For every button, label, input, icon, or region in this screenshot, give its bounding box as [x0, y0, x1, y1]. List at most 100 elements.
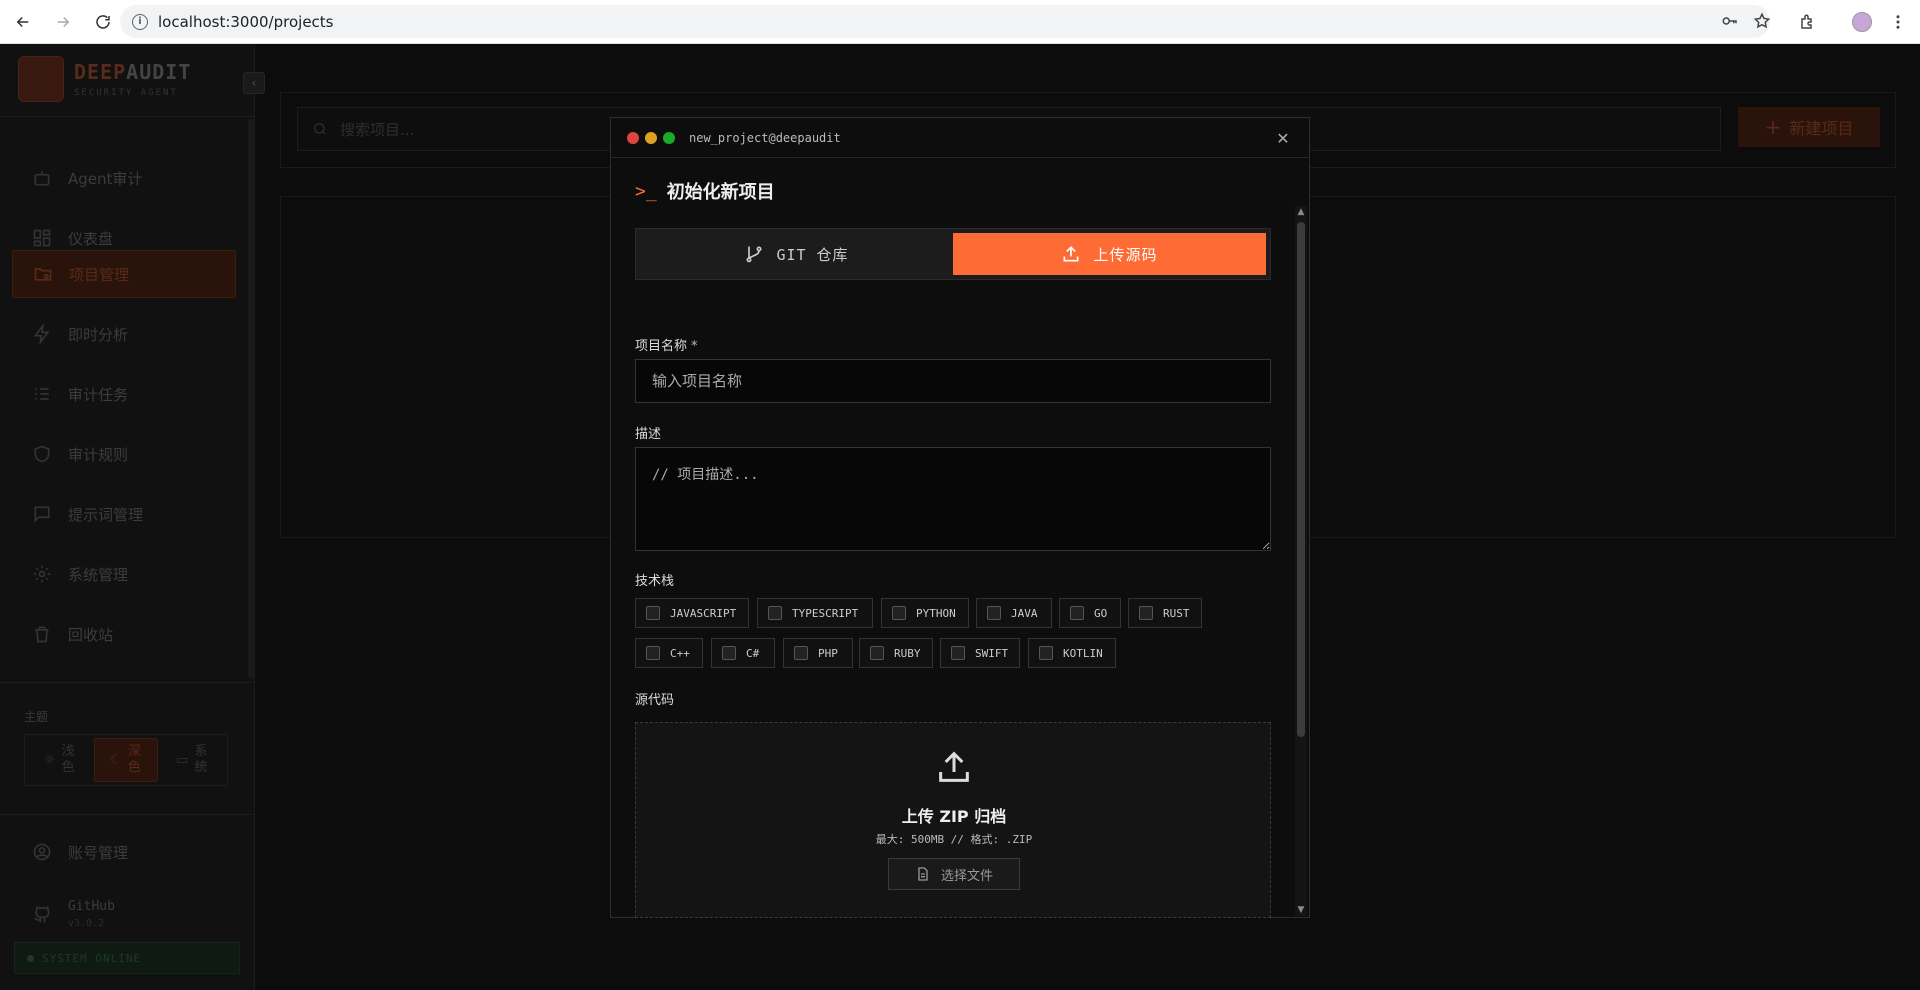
checkbox[interactable]	[646, 646, 660, 660]
scroll-up-icon[interactable]: ▲	[1295, 206, 1307, 218]
tech-chip-label: JAVA	[1011, 606, 1038, 620]
forward-icon[interactable]	[52, 11, 74, 33]
theme-dark-button[interactable]: ☾ 深色	[94, 738, 158, 782]
shield-icon	[34, 445, 50, 463]
reload-icon[interactable]	[92, 11, 114, 33]
sidebar-item-label: Agent审计	[68, 169, 143, 188]
tech-chip-label: SWIFT	[975, 646, 1009, 660]
description-label: 描述	[635, 427, 662, 442]
sidebar-item-trash[interactable]: 回收站	[12, 610, 236, 658]
sun-icon: ☼	[43, 752, 56, 768]
dialog-title-bar: new_project@deepaudit ✕	[611, 118, 1309, 158]
checkbox[interactable]	[768, 606, 782, 620]
sidebar-item-label: 系统管理	[68, 565, 129, 584]
checkbox[interactable]	[646, 606, 660, 620]
bookmark-star-icon[interactable]	[1750, 9, 1774, 33]
tech-chip-java[interactable]: JAVA	[976, 598, 1052, 628]
site-info-icon[interactable]: i	[132, 13, 148, 30]
tech-chip-csharp[interactable]: C#	[711, 638, 775, 668]
sidebar-item-system[interactable]: 系统管理	[12, 550, 236, 598]
logo-text-deep: DEEP	[74, 60, 127, 84]
tab-git-repo[interactable]: GIT 仓库	[640, 233, 953, 275]
description-textarea[interactable]	[635, 447, 1271, 551]
checkbox[interactable]	[892, 606, 906, 620]
tech-chip-typescript[interactable]: TYPESCRIPT	[757, 598, 873, 628]
sidebar-divider	[0, 116, 255, 117]
dialog-scrollbar-thumb[interactable]	[1297, 222, 1305, 737]
sidebar-item-label: 审计规则	[68, 445, 129, 464]
sidebar-item-prompts[interactable]: 提示词管理	[12, 490, 236, 538]
tab-label: GIT 仓库	[776, 245, 849, 264]
theme-option-label: 深色	[127, 744, 141, 775]
project-name-input[interactable]	[635, 359, 1271, 403]
tech-chip-python[interactable]: PYTHON	[881, 598, 969, 628]
tech-chip-label: JAVASCRIPT	[670, 606, 737, 620]
menu-kebab-icon[interactable]	[1886, 10, 1910, 34]
tech-chip-swift[interactable]: SWIFT	[940, 638, 1020, 668]
checkbox[interactable]	[951, 646, 965, 660]
checkbox[interactable]	[987, 606, 1001, 620]
monitor-icon: ▭	[176, 752, 189, 768]
theme-label: 主题	[24, 710, 49, 724]
close-icon[interactable]: ✕	[1273, 128, 1293, 148]
project-name-label-text: 项目名称	[635, 339, 688, 354]
tech-chip-javascript[interactable]: JAVASCRIPT	[635, 598, 749, 628]
tech-chip-kotlin[interactable]: KOTLIN	[1028, 638, 1116, 668]
sidebar-item-label: 审计任务	[68, 385, 129, 404]
file-icon	[918, 867, 928, 881]
checkbox[interactable]	[1070, 606, 1084, 620]
gear-icon	[33, 565, 51, 583]
upload-hint: 最大: 500MB // 格式: .ZIP	[875, 833, 1033, 846]
sidebar-item-account[interactable]: 账号管理	[12, 828, 236, 876]
file-drop-zone[interactable]: 上传 ZIP 归档 最大: 500MB // 格式: .ZIP 选择文件	[635, 722, 1271, 918]
address-bar[interactable]: i localhost:3000/projects	[120, 5, 1771, 38]
github-label: GitHub	[68, 899, 115, 914]
source-type-tabs: GIT 仓库 上传源码	[635, 228, 1271, 280]
theme-system-button[interactable]: ▭ 系统	[162, 738, 223, 782]
sidebar: DEEPAUDIT SECURITY AGENT ‹ Agent审计 仪表盘 项…	[0, 44, 265, 990]
checkbox[interactable]	[870, 646, 884, 660]
sidebar-item-label: 回收站	[68, 625, 114, 644]
tech-chip-php[interactable]: PHP	[783, 638, 853, 668]
sidebar-item-label: 账号管理	[68, 843, 129, 862]
sidebar-collapse-button[interactable]: ‹	[243, 72, 265, 94]
tech-chip-label: KOTLIN	[1063, 646, 1103, 660]
new-project-button[interactable]: + 新建项目	[1738, 107, 1880, 147]
tech-chip-ruby[interactable]: RUBY	[859, 638, 933, 668]
sidebar-item-label: 仪表盘	[68, 229, 114, 248]
theme-light-button[interactable]: ☼ 浅色	[29, 738, 90, 782]
sidebar-item-projects[interactable]: 项目管理	[12, 250, 236, 298]
logo: DEEPAUDIT SECURITY AGENT	[18, 56, 191, 102]
sidebar-item-instant-analysis[interactable]: 即时分析	[12, 310, 236, 358]
logo-mark	[18, 56, 64, 102]
tab-upload-source[interactable]: 上传源码	[953, 233, 1266, 275]
extensions-icon[interactable]	[1796, 10, 1820, 34]
password-key-icon[interactable]	[1718, 9, 1742, 33]
tech-chip-cpp[interactable]: C++	[635, 638, 703, 668]
moon-icon: ☾	[110, 752, 122, 768]
back-icon[interactable]	[12, 11, 34, 33]
new-project-dialog: new_project@deepaudit ✕ >_ 初始化新项目 ▲ ▼ GI…	[610, 117, 1310, 918]
choose-file-button[interactable]: 选择文件	[888, 858, 1020, 890]
scroll-down-icon[interactable]: ▼	[1295, 904, 1307, 916]
list-check-icon	[35, 388, 49, 400]
checkbox[interactable]	[1139, 606, 1153, 620]
checkbox[interactable]	[722, 646, 736, 660]
tab-label: 上传源码	[1093, 245, 1158, 264]
sidebar-item-audit-tasks[interactable]: 审计任务	[12, 370, 236, 418]
user-circle-icon	[33, 843, 51, 861]
checkbox[interactable]	[1039, 646, 1053, 660]
window-dot-red-icon	[627, 131, 639, 144]
checkbox[interactable]	[794, 646, 808, 660]
terminal-prompt-icon: >_	[635, 180, 657, 202]
tech-chip-go[interactable]: GO	[1059, 598, 1121, 628]
logo-text-audit: AUDIT	[126, 60, 192, 84]
sidebar-item-label: 即时分析	[68, 325, 129, 344]
tech-chip-rust[interactable]: RUST	[1128, 598, 1202, 628]
sidebar-item-agent-audit[interactable]: Agent审计	[12, 154, 236, 202]
sidebar-scrollbar[interactable]	[248, 119, 254, 679]
profile-avatar[interactable]	[1850, 10, 1874, 34]
sidebar-item-github[interactable]: GitHub v3.0.2	[12, 886, 236, 942]
required-mark: *	[691, 339, 698, 354]
sidebar-item-audit-rules[interactable]: 审计规则	[12, 430, 236, 478]
